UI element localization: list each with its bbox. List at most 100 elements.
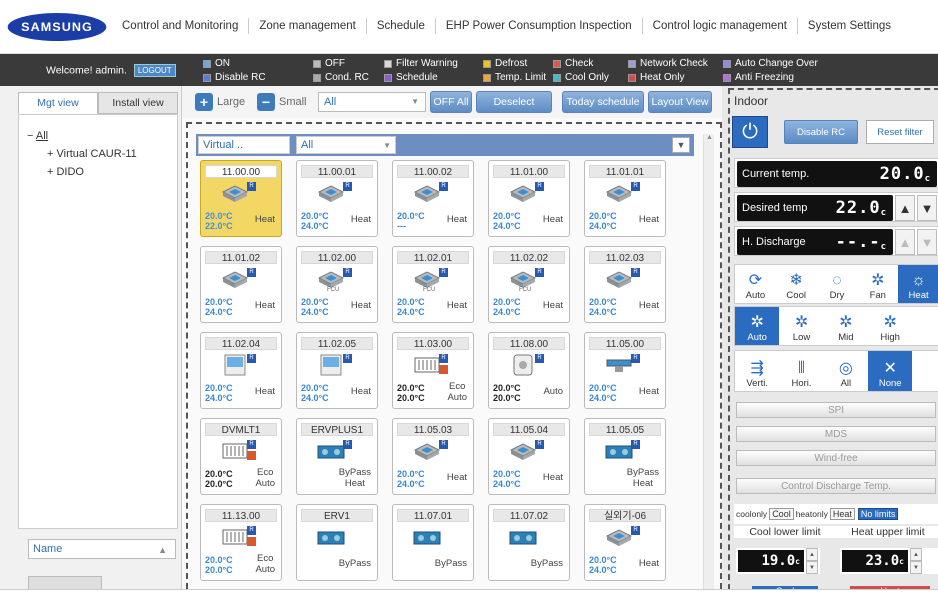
all-select[interactable]: All ▼ [296,136,396,154]
device-card[interactable]: ERVPLUS1 R ByPass Heat [296,418,378,495]
name-select[interactable]: Name ▲ [28,539,176,559]
fan-auto[interactable]: ✲ Auto [735,307,780,345]
tab-install-view[interactable]: Install view [98,92,178,114]
logout-button[interactable]: LOGOUT [133,64,176,77]
tree-node-dido[interactable]: + DIDO [27,163,137,181]
swing-all[interactable]: ◎ All [824,351,868,391]
device-card[interactable]: 11.05.00 R 20.0°C 24.0°C Heat [584,332,666,409]
fan-mid[interactable]: ✲ Mid [824,307,868,345]
mode-dry[interactable]: ◌ Dry [817,265,858,303]
today-schedule-button[interactable]: Today schedule [562,91,644,113]
layout-view-button[interactable]: Layout View [648,91,712,113]
device-card[interactable]: ERV1 ByPass [296,504,378,581]
tree-node-all[interactable]: − All [27,127,137,145]
spi-button[interactable]: SPI [736,402,936,418]
swing-vertical[interactable]: ⇶ Verti. [735,351,779,391]
device-card[interactable]: 11.00.02 R 20.0°C --- Heat [392,160,474,237]
minus-icon[interactable]: − [257,93,275,111]
device-card[interactable]: 11.05.04 R 20.0°C 24.0°C Heat [488,418,570,495]
power-icon[interactable]: ⏻ [732,116,768,148]
device-card[interactable]: 11.02.04 R 20.0°C 24.0°C Heat [200,332,282,409]
legend-swatch-icon [483,59,491,68]
discharge-up-icon[interactable]: ▲ [895,229,915,255]
device-card[interactable]: DVMLT1 R 20.0°C 20.0°C Eco Auto [200,418,282,495]
mode-cool[interactable]: ❄ Cool [776,265,817,303]
device-card[interactable]: 11.01.02 R 20.0°C 24.0°C Heat [200,246,282,323]
device-mode: Heat [447,214,467,225]
no-limits-button[interactable]: No limits [857,508,899,520]
device-card[interactable]: 11.05.03 R 20.0°C 24.0°C Heat [392,418,474,495]
mode-heat[interactable]: ☼ Heat [898,265,938,303]
filter-select[interactable]: All ▼ [318,92,426,112]
device-id: 실외기-06 [589,509,661,522]
tree-node-virtual[interactable]: + Virtual CAUR-11 [27,145,137,163]
scroll-up-icon[interactable]: ▲ [704,134,715,145]
cool-down-icon[interactable]: ▼ [806,561,818,574]
swing-horizontal[interactable]: ⫴ Hori. [779,351,823,391]
fan-high[interactable]: ✲ High [868,307,912,345]
device-card[interactable]: 11.00.01 R 20.0°C 24.0°C Heat [296,160,378,237]
sun-icon: ☼ [911,272,926,289]
heat-up-icon[interactable]: ▲ [910,548,922,561]
nav-control-logic[interactable]: Control logic management [643,18,798,34]
temp-up-icon[interactable]: ▲ [895,195,915,221]
reset-filter-button[interactable]: Reset filter [866,120,934,144]
device-card[interactable]: 11.08.00 R 20.0°C 20.0°C Auto [488,332,570,409]
nav-ehp-power[interactable]: EHP Power Consumption Inspection [436,18,643,34]
device-card[interactable]: 실외기-06 R 20.0°C 24.0°C Heat [584,504,666,581]
nav-zone-management[interactable]: Zone management [249,18,367,34]
deselect-button[interactable]: Deselect [476,91,552,113]
virtual-select[interactable]: Virtual .. [198,136,290,154]
fan-low[interactable]: ✲ Low [779,307,823,345]
nav-system-settings[interactable]: System Settings [798,18,901,34]
nav-control-monitoring[interactable]: Control and Monitoring [112,18,250,34]
collapse-icon[interactable]: ▼ [672,137,690,153]
device-mode: ByPass [339,558,371,569]
heat-upper-label: Heat upper limit [851,526,925,538]
device-card[interactable]: 11.05.05 R ByPass Heat [584,418,666,495]
device-card[interactable]: 11.07.02 ByPass [488,504,570,581]
mode-auto[interactable]: ⟳ Auto [735,265,776,303]
nav-schedule[interactable]: Schedule [367,18,436,34]
device-id: 11.00.01 [301,165,373,178]
mds-button[interactable]: MDS [736,426,936,442]
disable-rc-button[interactable]: Disable RC [784,120,858,144]
device-mode: Heat [351,386,371,397]
mode-fan[interactable]: ✲ Fan [857,265,898,303]
cassette-unit-icon [221,268,249,290]
chevron-down-icon: ▼ [383,141,391,150]
device-card[interactable]: 11.02.05 R 20.0°C 24.0°C Heat [296,332,378,409]
device-card[interactable]: 11.01.01 R 20.0°C 24.0°C Heat [584,160,666,237]
device-card[interactable]: 11.02.01 R FCU 20.0°C 24.0°C Heat [392,246,474,323]
off-all-button[interactable]: OFF All [430,91,472,113]
legend-label: ON [215,58,230,69]
heat-upper-display: 23.0 c [842,550,908,572]
device-card[interactable]: 11.02.03 R 20.0°C 24.0°C Heat [584,246,666,323]
device-card[interactable]: 11.02.00 R FCU 20.0°C 24.0°C Heat [296,246,378,323]
device-card[interactable]: 11.03.00 R 20.0°C 20.0°C Eco Auto [392,332,474,409]
mode-label: Heat [638,558,659,569]
swing-none[interactable]: ✕ None [868,351,913,391]
cool-up-icon[interactable]: ▲ [806,548,818,561]
device-id: 11.07.01 [397,509,469,522]
temp-down-icon[interactable]: ▼ [917,195,937,221]
set-temp-value: 24.0°C [397,479,425,489]
scrollbar[interactable]: ▲ [703,134,714,591]
device-card[interactable]: 11.02.02 R FCU 20.0°C 24.0°C Heat [488,246,570,323]
cool-limit-button[interactable]: Cool [769,508,794,520]
heat-limit-button[interactable]: Heat [829,508,855,520]
windfree-button[interactable]: Wind-free [736,450,936,466]
heat-down-icon[interactable]: ▼ [910,561,922,574]
tab-mgt-view[interactable]: Mgt view [18,92,98,114]
device-card[interactable]: 11.07.01 ByPass [392,504,474,581]
mode-label: Heat [638,300,659,311]
discharge-down-icon[interactable]: ▼ [917,229,937,255]
legend-swatch-icon [384,73,392,82]
set-temp-value: 24.0°C [589,393,617,403]
discharge-control-button[interactable]: Control Discharge Temp. [736,478,936,494]
device-card[interactable]: 11.13.00 R 20.0°C 20.0°C Eco Auto [200,504,282,581]
device-card[interactable]: 11.01.00 R 20.0°C 24.0°C Heat [488,160,570,237]
device-card[interactable]: 11.00.00 R 20.0°C 22.0°C Heat [200,160,282,237]
plus-icon[interactable]: + [195,93,213,111]
cassette-unit-icon [317,182,345,204]
